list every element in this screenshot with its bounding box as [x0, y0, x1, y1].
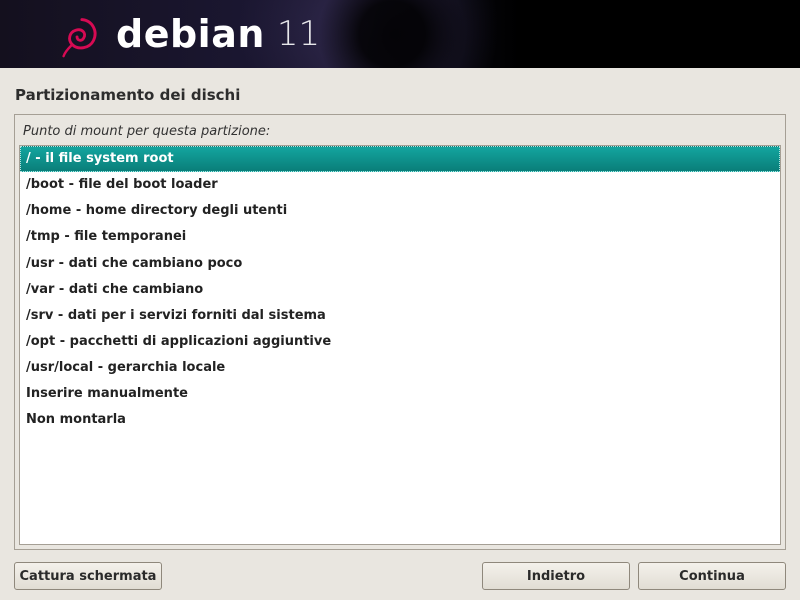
mountpoint-option[interactable]: /tmp - file temporanei	[20, 224, 780, 250]
main-panel: Punto di mount per questa partizione: / …	[14, 114, 786, 550]
mountpoint-option[interactable]: /var - dati che cambiano	[20, 277, 780, 303]
page-title: Partizionamento dei dischi	[0, 68, 800, 114]
mountpoint-option[interactable]: /srv - dati per i servizi forniti dal si…	[20, 303, 780, 329]
brand-version: 11	[277, 14, 320, 54]
mountpoint-option[interactable]: /usr - dati che cambiano poco	[20, 251, 780, 277]
continue-button[interactable]: Continua	[638, 562, 786, 590]
mountpoint-option[interactable]: / - il file system root	[20, 146, 780, 172]
mountpoint-option[interactable]: /boot - file del boot loader	[20, 172, 780, 198]
mountpoint-listbox[interactable]: / - il file system root/boot - file del …	[19, 145, 781, 545]
panel-label: Punto di mount per questa partizione:	[15, 115, 785, 145]
debian-swirl-icon	[54, 10, 102, 58]
mountpoint-option[interactable]: Inserire manualmente	[20, 381, 780, 407]
back-button[interactable]: Indietro	[482, 562, 630, 590]
mountpoint-option[interactable]: /opt - pacchetti di applicazioni aggiunt…	[20, 329, 780, 355]
mountpoint-option[interactable]: /usr/local - gerarchia locale	[20, 355, 780, 381]
brand-name: debian	[116, 12, 265, 56]
screenshot-button[interactable]: Cattura schermata	[14, 562, 162, 590]
mountpoint-option[interactable]: /home - home directory degli utenti	[20, 198, 780, 224]
button-row: Cattura schermata Indietro Continua	[14, 562, 786, 590]
mountpoint-option[interactable]: Non montarla	[20, 407, 780, 433]
banner: debian 11	[0, 0, 800, 68]
